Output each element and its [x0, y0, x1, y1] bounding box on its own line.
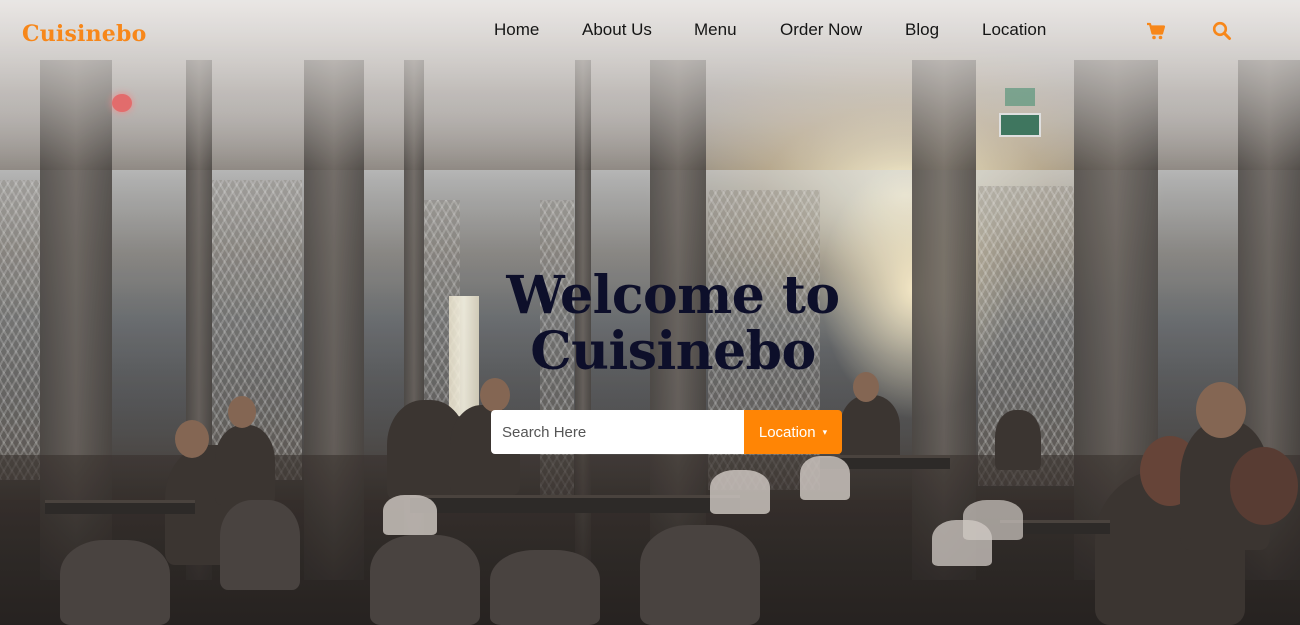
main-nav: Home About Us Menu Order Now Blog Locati… — [0, 20, 1300, 44]
top-navbar: Cuisinebo Home About Us Menu Order Now B… — [0, 0, 1300, 62]
search-input[interactable] — [491, 410, 744, 454]
location-button-label: Location — [758, 423, 816, 441]
cart-icon[interactable] — [1145, 20, 1167, 42]
nav-item-about-us[interactable]: About Us — [582, 20, 652, 40]
nav-item-blog[interactable]: Blog — [905, 20, 939, 40]
search-icon[interactable] — [1211, 20, 1233, 42]
nav-item-order-now[interactable]: Order Now — [780, 20, 862, 40]
location-dropdown-button[interactable]: Location ▾ — [744, 410, 842, 454]
hero-search-form: Location ▾ — [491, 410, 842, 454]
nav-item-menu[interactable]: Menu — [694, 20, 737, 40]
nav-item-location[interactable]: Location — [982, 20, 1046, 40]
hero-title: Welcome to Cuisinebo — [506, 265, 840, 382]
caret-down-icon: ▾ — [822, 426, 828, 437]
nav-item-home[interactable]: Home — [494, 20, 539, 40]
